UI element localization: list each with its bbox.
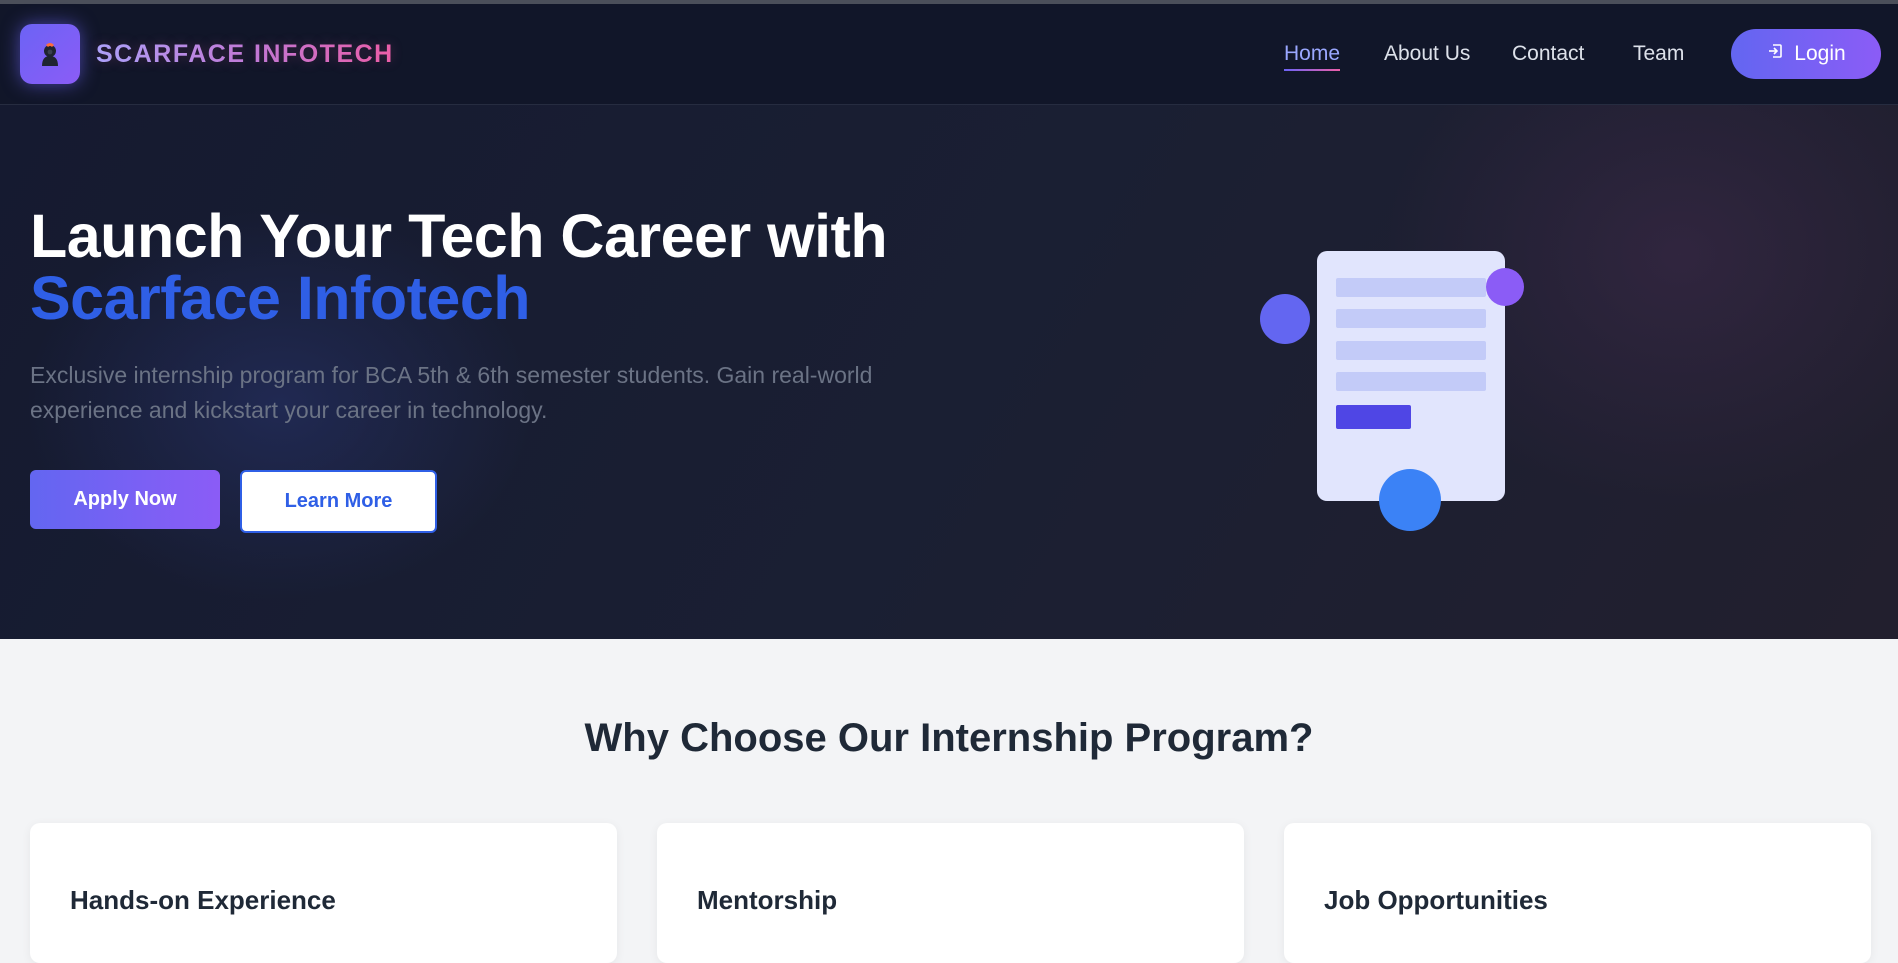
brand[interactable]: SCARFACE INFOTECH [20,24,394,84]
navbar: SCARFACE INFOTECH Home About Us Contact … [0,4,1898,105]
hero-title-line2: Scarface Infotech [30,264,531,332]
feature-card-title: Hands-on Experience [70,885,336,915]
hacker-icon [20,24,80,84]
nav-link-home[interactable]: Home [1284,42,1341,71]
learn-more-button[interactable]: Learn More [240,470,437,533]
hero-description: Exclusive internship program for BCA 5th… [30,362,873,423]
nav-link-about-us[interactable]: About Us [1384,42,1470,66]
hero-section: Launch Your Tech Career with Scarface In… [0,105,1898,639]
hero-title: Launch Your Tech Career with Scarface In… [30,202,888,332]
brand-name: SCARFACE INFOTECH [96,39,394,68]
features-title: Why Choose Our Internship Program? [584,716,1314,760]
feature-card-title: Mentorship [697,885,838,915]
hero-title-line1: Launch Your Tech Career with [30,202,888,270]
login-button[interactable]: Login [1731,29,1881,79]
nav-link-team[interactable]: Team [1633,42,1684,66]
feature-card-hands-on: Hands-on Experience [30,823,617,963]
nav-link-contact[interactable]: Contact [1512,42,1584,66]
login-label: Login [1794,42,1846,65]
apply-now-button[interactable]: Apply Now [30,470,220,529]
feature-card-title: Job Opportunities [1324,885,1548,915]
feature-card-job-opportunities: Job Opportunities [1284,823,1871,963]
document-illustration [1260,251,1524,531]
login-icon [1766,42,1784,66]
feature-card-mentorship: Mentorship [657,823,1244,963]
